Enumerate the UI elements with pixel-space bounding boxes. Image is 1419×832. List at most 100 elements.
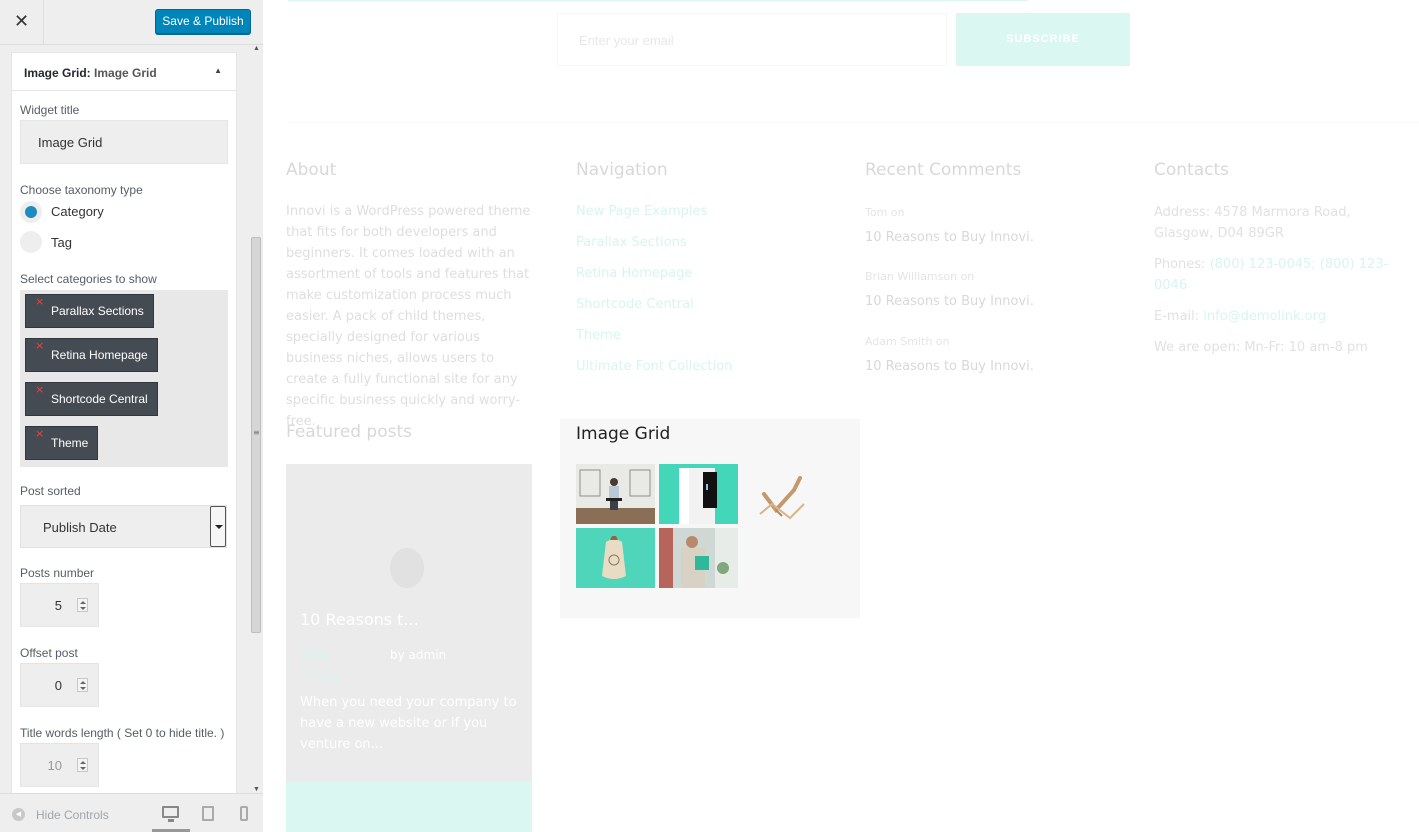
featured-post-category[interactable]: Theme — [300, 669, 341, 683]
offset-post-stepper[interactable]: 0 — [20, 663, 99, 707]
hide-controls-icon[interactable]: ◀ — [12, 808, 25, 821]
collapse-arrow-icon[interactable]: ▲ — [214, 66, 222, 75]
newsletter-email-input[interactable]: Enter your email — [557, 13, 947, 66]
close-customizer-button[interactable]: ✕ — [0, 0, 44, 44]
comment-meta: Adam Smith on — [865, 335, 950, 348]
category-chip[interactable]: × Theme — [25, 426, 99, 460]
phones-label: Phones: — [1154, 257, 1206, 272]
widget-header-title: Image Grid: Image Grid — [24, 66, 157, 80]
chip-label: Parallax Sections — [51, 304, 144, 318]
hide-controls-button[interactable]: Hide Controls — [36, 808, 109, 822]
site-preview: Enter your email SUBSCRIBE About Innovi … — [264, 0, 1419, 832]
category-chip[interactable]: × Parallax Sections — [25, 294, 154, 328]
desktop-preview-icon[interactable] — [162, 806, 179, 822]
featured-post-title[interactable]: 10 Reasons t... — [300, 610, 419, 629]
nav-link[interactable]: Ultimate Font Collection — [576, 359, 732, 374]
stepper-arrows-icon[interactable] — [77, 758, 88, 772]
title-words-stepper[interactable]: 10 — [20, 743, 99, 787]
grid-image-office[interactable] — [576, 464, 655, 524]
contact-phones: Phones: (800) 123-0045; (800) 123-0046 — [1154, 254, 1404, 296]
contact-hours: We are open: Mn-Fr: 10 am-8 pm — [1154, 340, 1368, 355]
contact-email: E-mail: info@demolink.org — [1154, 306, 1404, 327]
office-scene-image — [576, 469, 655, 524]
title-words-label: Title words length ( Set 0 to hide title… — [20, 726, 225, 740]
chevron-down-icon[interactable] — [210, 506, 226, 547]
scroll-down-icon[interactable]: ▼ — [253, 786, 260, 793]
scrollbar-thumb[interactable]: ≡ — [251, 237, 261, 633]
widget-header[interactable]: Image Grid: Image Grid ▲ — [12, 53, 236, 91]
grid-image-fridge[interactable] — [659, 464, 738, 524]
widget-title-label: Widget title — [20, 103, 80, 117]
featured-image-figure — [390, 548, 424, 588]
categories-label: Select categories to show — [20, 272, 157, 286]
widget-title-value: Image Grid — [38, 135, 103, 150]
nav-link[interactable]: New Page Examples — [576, 204, 707, 219]
grid-image-chair[interactable] — [742, 464, 821, 524]
categories-multiselect[interactable]: × Parallax Sections × Retina Homepage × Sho… — [20, 290, 228, 467]
comment-post-link[interactable]: 10 Reasons to Buy Innovi. — [865, 294, 1034, 309]
customizer-header: ✕ Save & Publish — [0, 0, 263, 45]
nav-link[interactable]: Theme — [576, 328, 621, 343]
comment-post-link[interactable]: 10 Reasons to Buy Innovi. — [865, 230, 1034, 245]
lounge-chair-image — [759, 476, 805, 520]
radio-tag-label: Tag — [51, 235, 72, 250]
comment-meta: Brian Williamson on — [865, 270, 975, 283]
category-chip[interactable]: × Retina Homepage — [25, 338, 158, 372]
about-heading: About — [286, 160, 337, 180]
remove-chip-icon[interactable]: × — [35, 295, 44, 308]
post-sorted-select[interactable]: Publish Date — [20, 505, 227, 548]
tablet-preview-icon[interactable] — [202, 806, 214, 821]
widget-title-input[interactable]: Image Grid — [20, 120, 228, 164]
radio-category-label: Category — [51, 204, 104, 219]
radio-tag[interactable] — [20, 231, 42, 253]
save-publish-button[interactable]: Save & Publish — [155, 9, 251, 34]
nav-link[interactable]: Retina Homepage — [576, 266, 692, 281]
featured-post-author[interactable]: by admin — [390, 648, 446, 662]
chip-label: Retina Homepage — [51, 348, 148, 362]
featured-post-card[interactable]: 10 Reasons t... 2016 by admin Theme When… — [286, 464, 532, 782]
nav-link[interactable]: Shortcode Central — [576, 297, 694, 312]
posts-number-label: Posts number — [20, 566, 95, 580]
sidebar-scrollbar[interactable]: ▲ ≡ ▼ — [249, 45, 263, 793]
post-sorted-label: Post sorted — [20, 484, 81, 498]
top-links-underline — [288, 0, 1028, 1]
comment-post-link[interactable]: 10 Reasons to Buy Innovi. — [865, 359, 1034, 374]
stepper-arrows-icon[interactable] — [77, 598, 88, 612]
coffee-bag-image — [602, 536, 626, 579]
taxonomy-label: Choose taxonomy type — [20, 183, 143, 197]
featured-post-card-2[interactable] — [286, 782, 532, 832]
nav-link[interactable]: Parallax Sections — [576, 235, 687, 250]
email-link[interactable]: info@demolink.org — [1203, 309, 1326, 324]
posts-number-stepper[interactable]: 5 — [20, 583, 99, 627]
scroll-up-icon[interactable]: ▲ — [253, 45, 260, 52]
grid-image-man-plants[interactable] — [659, 528, 738, 588]
contacts-heading: Contacts — [1154, 160, 1229, 180]
offset-post-label: Offset post — [20, 646, 78, 660]
email-label: E-mail: — [1154, 309, 1200, 324]
subscribe-button[interactable]: SUBSCRIBE — [956, 13, 1130, 66]
man-with-plants-image — [659, 528, 738, 588]
navigation-heading: Navigation — [576, 160, 668, 180]
fridge-image — [679, 468, 717, 524]
stepper-arrows-icon[interactable] — [77, 678, 88, 692]
customizer-sidebar: ✕ Save & Publish Image Grid: Image Grid … — [0, 0, 263, 832]
featured-posts-heading: Featured posts — [286, 422, 413, 442]
recent-comments-heading: Recent Comments — [865, 160, 1022, 180]
radio-category[interactable] — [20, 201, 42, 223]
mobile-preview-icon[interactable] — [240, 806, 248, 821]
offset-post-value: 0 — [54, 678, 62, 693]
category-chip[interactable]: × Shortcode Central — [25, 382, 158, 416]
chip-label: Shortcode Central — [51, 392, 148, 406]
remove-chip-icon[interactable]: × — [35, 427, 44, 440]
chip-label: Theme — [51, 436, 89, 450]
about-text: Innovi is a WordPress powered theme that… — [286, 204, 531, 429]
remove-chip-icon[interactable]: × — [35, 339, 44, 352]
posts-number-value: 5 — [54, 598, 62, 613]
featured-post-date[interactable]: 2016 — [300, 648, 331, 662]
remove-chip-icon[interactable]: × — [35, 383, 44, 396]
image-grid-widget-preview[interactable]: Image Grid — [560, 419, 860, 618]
grip-icon: ≡ — [253, 428, 260, 437]
controls-panel: Image Grid: Image Grid ▲ Widget title Im… — [0, 45, 263, 793]
featured-post-excerpt: When you need your company to have a new… — [300, 695, 517, 752]
grid-image-bag[interactable] — [576, 528, 655, 588]
